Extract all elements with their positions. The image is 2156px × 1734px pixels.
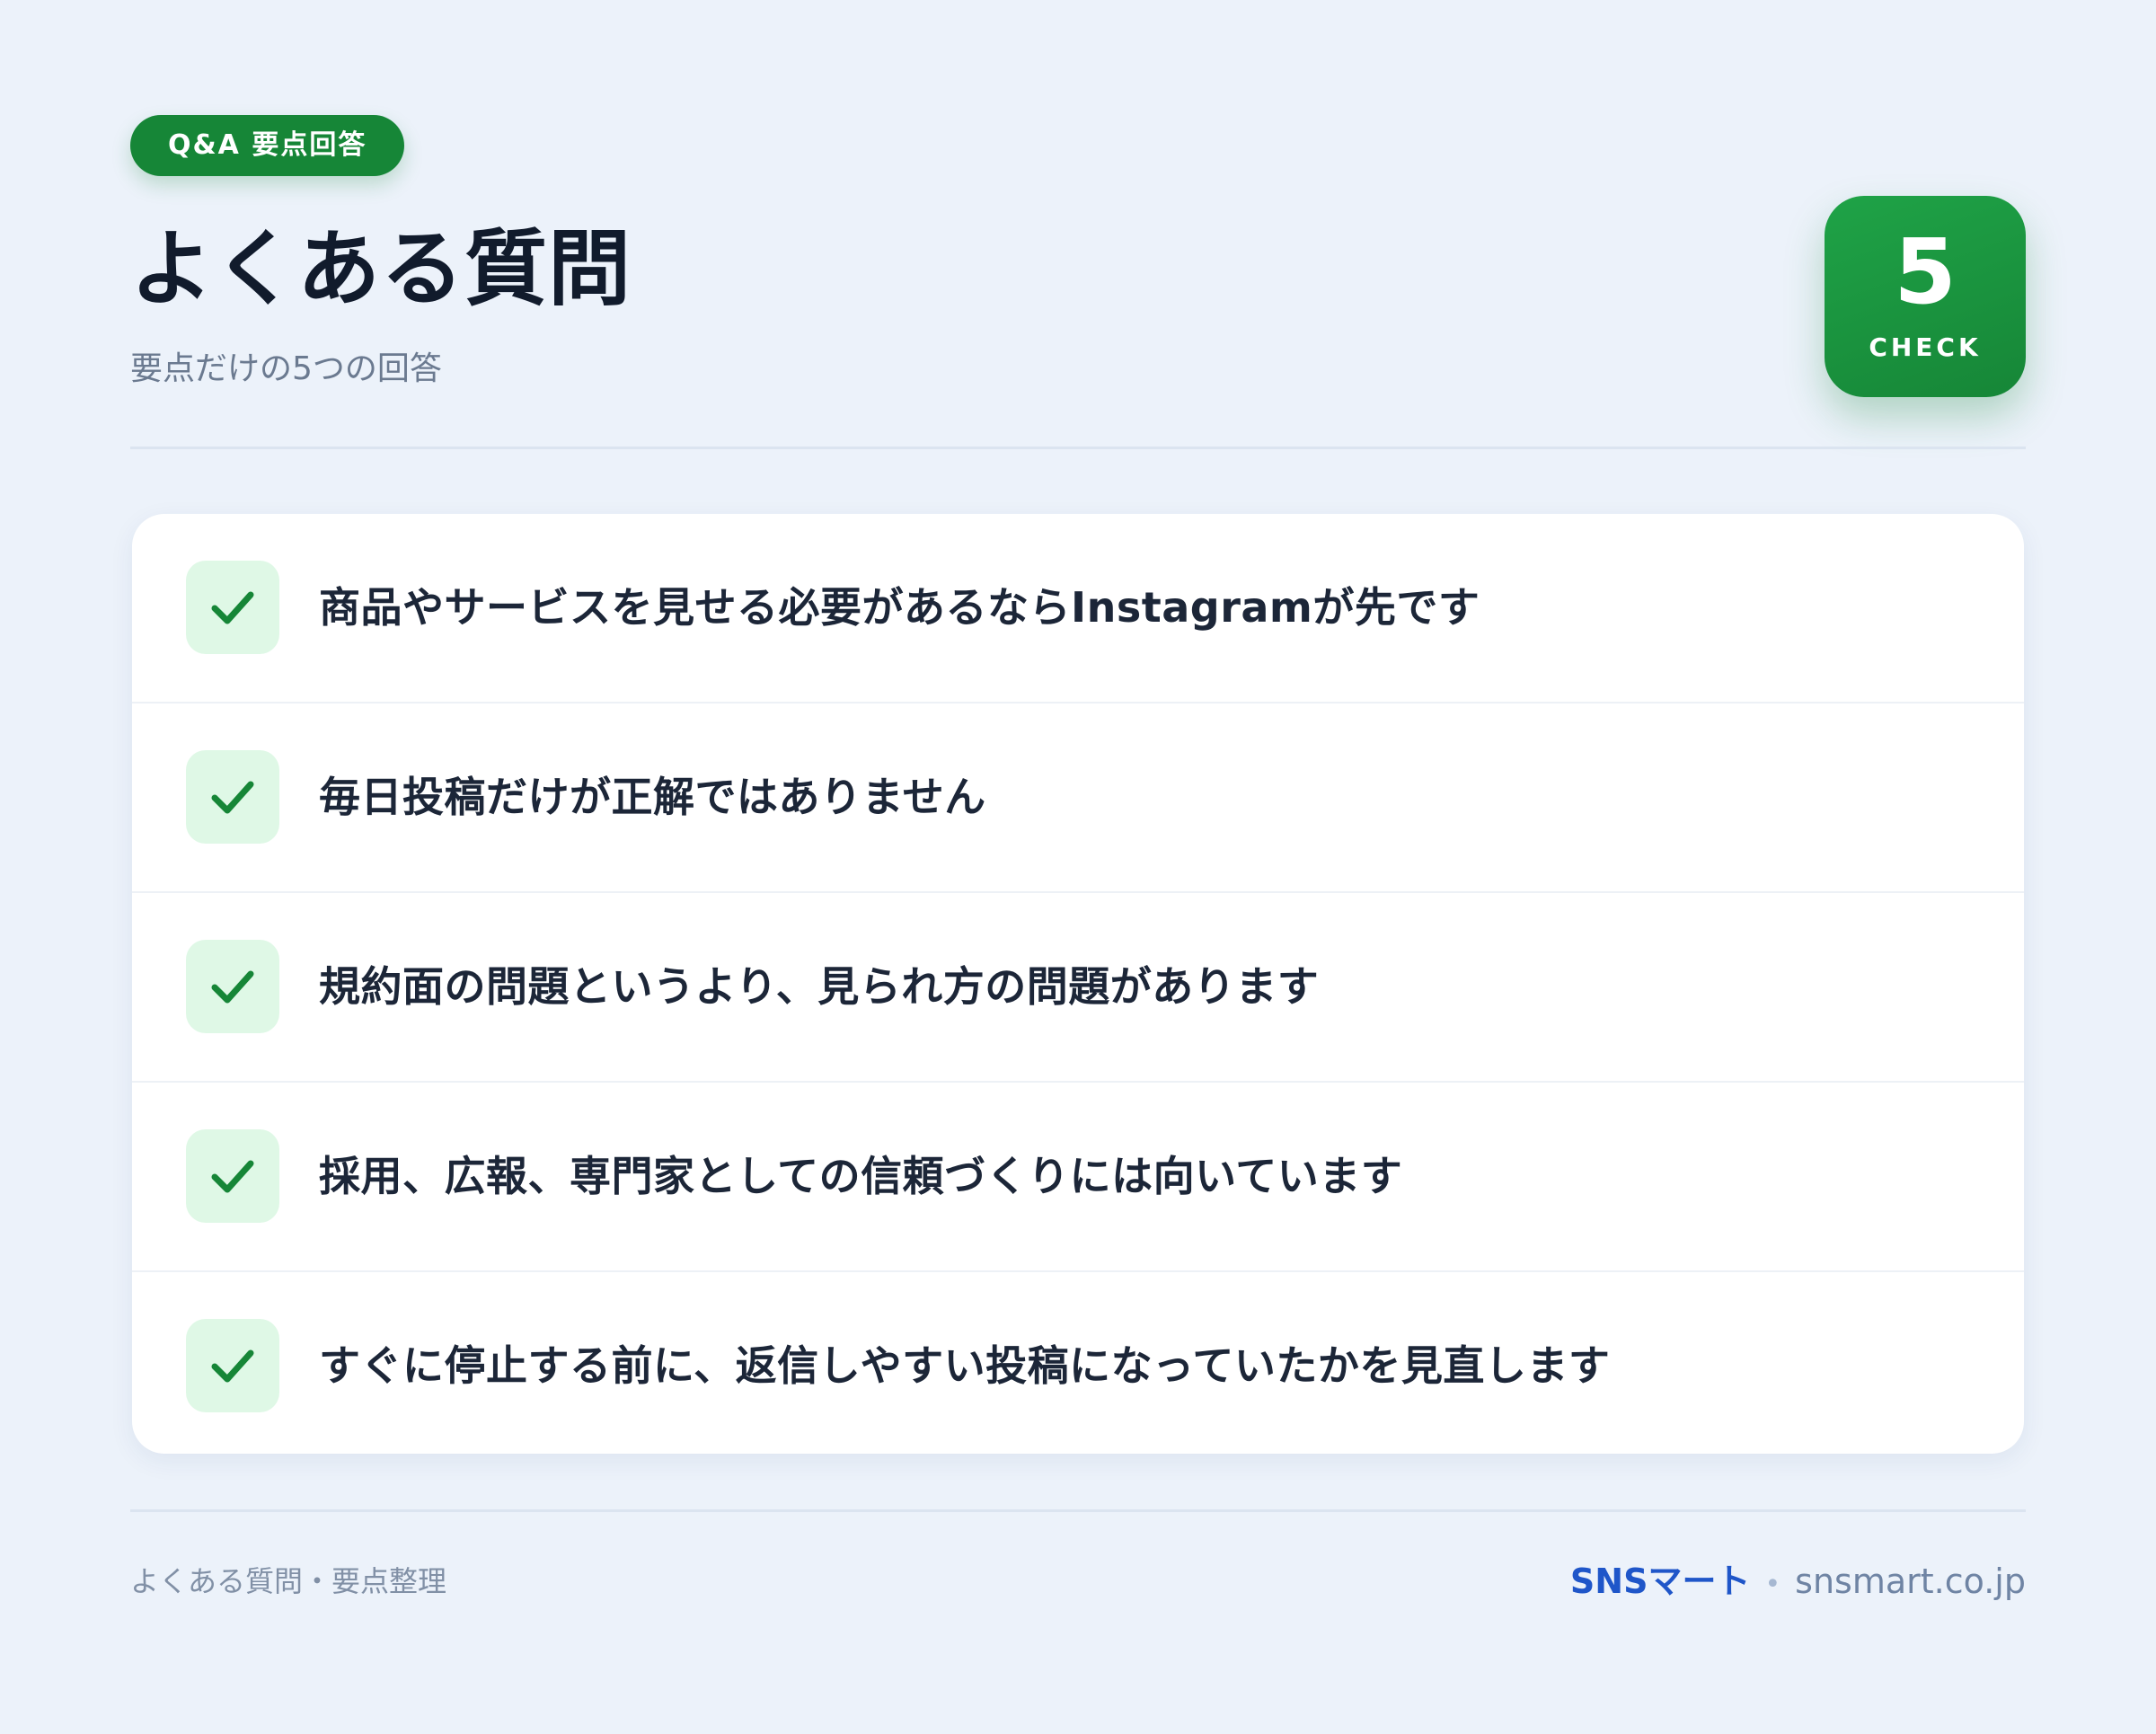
list-item-text: 毎日投稿だけが正解ではありません	[319, 773, 986, 821]
list-item-text: 商品やサービスを見せる必要があるならInstagramが先です	[319, 583, 1480, 632]
qa-pill-badge: Q&A 要点回答	[130, 115, 405, 176]
check-count-badge: 5 CHECK	[1825, 196, 2026, 397]
list-item: 毎日投稿だけが正解ではありません	[132, 703, 2024, 893]
list-item: 採用、広報、専門家としての信頼づくりには向いています	[132, 1083, 2024, 1272]
footer-caption: よくある質問・要点整理	[130, 1564, 447, 1598]
check-icon	[186, 561, 279, 654]
site-domain-link[interactable]: snsmart.co.jp	[1795, 1561, 2026, 1601]
header-divider	[130, 447, 2026, 449]
check-count-number: 5	[1894, 219, 1957, 324]
list-item: すぐに停止する前に、返信しやすい投稿になっていたかを見直します	[132, 1272, 2024, 1454]
page-title: よくある質問	[130, 221, 632, 317]
check-icon	[186, 1129, 279, 1223]
page: Q&A 要点回答 よくある質問 要点だけの5つの回答 5 CHECK 商品やサー…	[130, 0, 2026, 1734]
footer-brand-area: SNSマート • snsmart.co.jp	[1570, 1556, 2026, 1610]
list-item-text: 規約面の問題というより、見られ方の問題があります	[319, 962, 1320, 1011]
answers-card: 商品やサービスを見せる必要があるならInstagramが先です 毎日投稿だけが正…	[132, 514, 2024, 1454]
page-subtitle: 要点だけの5つの回答	[130, 350, 442, 387]
check-icon	[186, 940, 279, 1033]
header: Q&A 要点回答 よくある質問 要点だけの5つの回答 5 CHECK	[130, 115, 2026, 449]
list-item-text: すぐに停止する前に、返信しやすい投稿になっていたかを見直します	[319, 1341, 1611, 1390]
list-item: 商品やサービスを見せる必要があるならInstagramが先です	[132, 514, 2024, 703]
list-item-text: 採用、広報、専門家としての信頼づくりには向いています	[319, 1152, 1403, 1200]
check-count-label: CHECK	[1869, 332, 1982, 362]
brand-name-link[interactable]: SNSマート	[1570, 1561, 1751, 1601]
check-icon	[186, 1319, 279, 1412]
check-icon	[186, 750, 279, 844]
footer-separator: •	[1764, 1569, 1781, 1600]
footer-divider	[130, 1509, 2026, 1512]
list-item: 規約面の問題というより、見られ方の問題があります	[132, 893, 2024, 1083]
